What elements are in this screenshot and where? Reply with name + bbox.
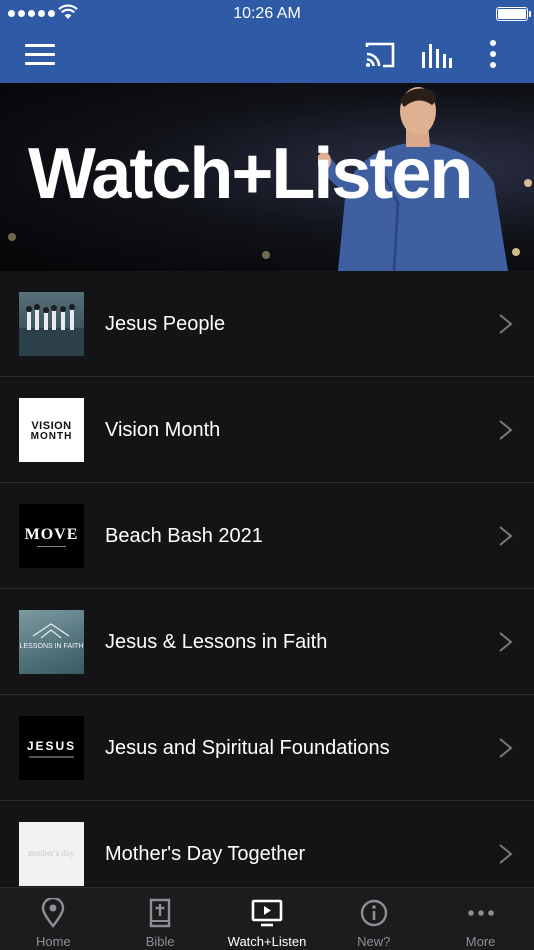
series-thumbnail: JESUS [19,716,84,780]
series-title: Jesus & Lessons in Faith [105,631,328,653]
series-thumbnail: MOVE [19,504,84,568]
series-thumbnail: LESSONS IN FAITH [19,610,84,674]
hamburger-menu-icon[interactable] [25,44,55,66]
hero-title: Watch+Listen [28,134,473,214]
chevron-right-icon [499,738,513,758]
tab-home[interactable]: Home [0,888,107,950]
tab-label: More [465,934,496,949]
series-title: Jesus People [105,313,226,335]
battery-icon [496,7,531,21]
chevron-right-icon [499,420,513,440]
tab-label: Home [36,934,71,949]
series-title: Jesus and Spiritual Foundations [105,737,390,759]
more-horizontal-icon [467,910,494,916]
series-thumbnail: mother's day [19,822,84,886]
bottom-tab-bar: Home Bible Watch+Listen New? More [0,887,534,950]
tab-more[interactable]: More [427,888,534,950]
list-item[interactable]: VISION MONTH Vision Month [0,377,534,483]
series-title: Vision Month [105,419,221,441]
light-bokeh [8,233,16,241]
series-list: Jesus People VISION MONTH Vision Month M… [0,271,534,907]
tab-label: New? [357,934,391,949]
series-thumbnail: VISION MONTH [19,398,84,462]
thumb-caption-line [29,756,74,758]
cast-icon[interactable] [364,41,396,69]
bible-icon [149,898,171,928]
list-item[interactable]: LESSONS IN FAITH Jesus & Lessons in Fait… [0,589,534,695]
chevron-right-icon [499,314,513,334]
audio-bars-icon[interactable] [420,40,452,70]
tab-bible[interactable]: Bible [107,888,214,950]
tab-label: Watch+Listen [227,934,307,949]
thumb-caption-line [37,546,66,547]
tv-play-icon [251,899,283,927]
chevron-right-icon [499,844,513,864]
hero-banner: Watch+Listen [0,83,534,271]
light-bokeh [524,179,532,187]
list-item[interactable]: MOVE Beach Bash 2021 [0,483,534,589]
light-bokeh [262,251,270,259]
status-bar: 10:26 AM [0,0,534,28]
more-vertical-icon[interactable] [486,40,500,70]
map-pin-icon [42,898,65,928]
info-icon [360,899,387,927]
app-bar [0,28,534,83]
status-time: 10:26 AM [233,5,301,22]
list-item[interactable]: JESUS Jesus and Spiritual Foundations [0,695,534,801]
series-title: Beach Bash 2021 [105,525,263,547]
chevron-right-icon [499,526,513,546]
tab-watch-listen[interactable]: Watch+Listen [214,888,321,950]
tab-label: Bible [145,934,175,949]
series-thumbnail [19,292,84,356]
chevron-right-icon [499,632,513,652]
tab-new[interactable]: New? [320,888,427,950]
top-bar: 10:26 AM [0,0,534,83]
list-item[interactable]: Jesus People [0,271,534,377]
